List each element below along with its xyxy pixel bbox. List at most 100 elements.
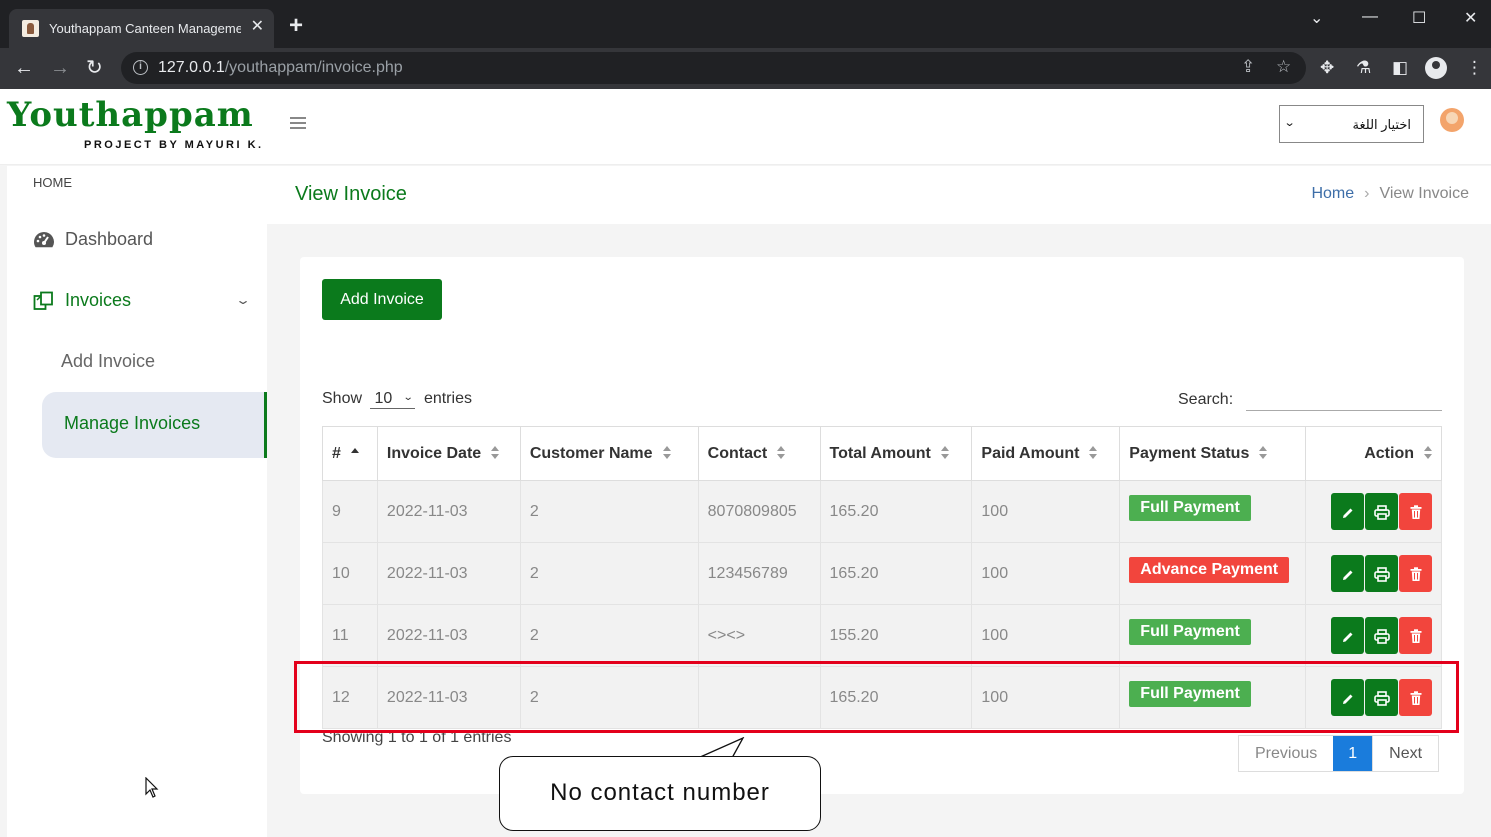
cell-paid-amount: 100: [971, 604, 1121, 667]
delete-button[interactable]: [1399, 493, 1432, 530]
sidebar-item-dashboard[interactable]: Dashboard: [33, 229, 153, 250]
chevron-down-icon: ⌄: [1283, 117, 1296, 129]
sort-icon: [777, 446, 786, 460]
cell-paid-amount: 100: [971, 480, 1121, 543]
column-header-id[interactable]: #: [322, 426, 378, 481]
close-window-icon[interactable]: ✕: [1464, 8, 1477, 28]
favicon-icon: [22, 20, 39, 37]
forward-icon[interactable]: →: [50, 57, 70, 79]
content-header: View Invoice Home › View Invoice: [267, 166, 1491, 224]
dashboard-icon: [33, 230, 55, 250]
language-select[interactable]: ⌄ اختيار اللغة: [1279, 105, 1424, 143]
breadcrumb-home-link[interactable]: Home: [1311, 185, 1354, 202]
column-header-contact[interactable]: Contact: [697, 426, 821, 481]
cell-total-amount: 165.20: [819, 480, 973, 543]
cell-id: 10: [322, 542, 378, 605]
cell-contact: 123456789: [697, 542, 821, 605]
delete-button[interactable]: [1399, 555, 1432, 592]
print-button[interactable]: [1365, 555, 1398, 592]
pagination-page-button[interactable]: 1: [1333, 736, 1373, 771]
sidebar-item-invoices[interactable]: Invoices: [33, 290, 131, 311]
edit-button[interactable]: [1331, 555, 1364, 592]
cell-customer-name: 2: [519, 604, 699, 667]
bookmark-star-icon[interactable]: ☆: [1276, 57, 1291, 77]
reload-icon[interactable]: ↻: [86, 57, 103, 79]
entries-length-select[interactable]: 10 ⌄: [370, 390, 416, 409]
url-text: 127.0.0.1/youthappam/invoice.php: [158, 59, 403, 76]
logo[interactable]: Youthappam: [7, 95, 254, 135]
print-button[interactable]: [1365, 493, 1398, 530]
pencil-icon: [1342, 632, 1352, 642]
edit-button[interactable]: [1331, 617, 1364, 654]
print-icon: [1373, 629, 1390, 644]
tab-title: Youthappam Canteen Management: [49, 21, 241, 36]
minimize-icon[interactable]: —: [1362, 8, 1378, 26]
tab-search-chevron-icon[interactable]: ⌄: [1310, 8, 1323, 28]
trash-icon: [1410, 629, 1421, 644]
sidebar-item-manage-invoices[interactable]: Manage Invoices: [42, 392, 267, 458]
search-label: Search:: [1178, 391, 1234, 408]
search-input[interactable]: [1246, 390, 1442, 411]
column-header-total-amount[interactable]: Total Amount: [819, 426, 973, 481]
chevron-right-icon: ›: [1364, 185, 1370, 202]
column-header-customer-name[interactable]: Customer Name: [519, 426, 699, 481]
pencil-icon: [1342, 508, 1352, 518]
table-row: 10 2022-11-03 2 123456789 165.20 100 Advance P…: [322, 542, 1442, 605]
print-icon: [1373, 567, 1390, 582]
cell-id: 11: [322, 604, 378, 667]
table-row: 9 2022-11-03 2 8070809805 165.20 100 Full Paym…: [322, 480, 1442, 543]
logo-subtitle: PROJECT BY MAYURI K.: [84, 139, 264, 151]
add-invoice-button[interactable]: Add Invoice: [322, 279, 442, 320]
breadcrumb: Home › View Invoice: [1311, 185, 1469, 203]
address-bar[interactable]: i 127.0.0.1/youthappam/invoice.php ⇪ ☆: [121, 52, 1306, 84]
print-button[interactable]: [1365, 617, 1398, 654]
user-avatar[interactable]: [1440, 108, 1464, 132]
cell-contact: 8070809805: [697, 480, 821, 543]
new-tab-icon[interactable]: +: [289, 14, 303, 38]
labs-flask-icon[interactable]: ⚗: [1356, 58, 1371, 78]
sort-icon: [940, 446, 949, 460]
column-header-invoice-date[interactable]: Invoice Date: [376, 426, 521, 481]
cell-paid-amount: 100: [971, 542, 1121, 605]
pagination: Previous 1 Next: [1238, 735, 1440, 772]
column-header-payment-status[interactable]: Payment Status: [1119, 426, 1307, 481]
cell-contact: <><>: [697, 604, 821, 667]
pagination-next-button[interactable]: Next: [1372, 736, 1438, 771]
delete-button[interactable]: [1399, 617, 1432, 654]
cell-invoice-date: 2022-11-03: [376, 480, 521, 543]
cell-payment-status: Full Payment: [1119, 604, 1307, 667]
chevron-down-icon[interactable]: ⌄: [235, 293, 251, 307]
edit-button[interactable]: [1331, 493, 1364, 530]
cell-customer-name: 2: [519, 480, 699, 543]
maximize-icon[interactable]: ☐: [1412, 8, 1426, 28]
sidebar-item-add-invoice[interactable]: Add Invoice: [61, 351, 155, 372]
site-info-icon[interactable]: i: [133, 60, 148, 75]
table-header-row: # Invoice Date Customer Name Contact Tot…: [322, 426, 1442, 481]
sort-icon: [1424, 446, 1432, 460]
cell-customer-name: 2: [519, 542, 699, 605]
pagination-previous-button[interactable]: Previous: [1239, 736, 1333, 771]
browser-menu-icon[interactable]: ⋮: [1466, 58, 1483, 78]
sort-icon: [1259, 446, 1268, 460]
side-panel-icon[interactable]: ◧: [1392, 58, 1408, 78]
share-icon[interactable]: ⇪: [1241, 57, 1255, 77]
status-badge: Advance Payment: [1129, 556, 1290, 583]
trash-icon: [1410, 567, 1421, 582]
invoices-icon: [33, 291, 55, 311]
cell-total-amount: 165.20: [819, 542, 973, 605]
browser-profile-icon[interactable]: [1425, 57, 1447, 79]
extensions-icon[interactable]: ✥: [1320, 58, 1334, 78]
page-title: View Invoice: [295, 183, 407, 205]
cell-id: 9: [322, 480, 378, 543]
menu-toggle-icon[interactable]: [290, 117, 306, 129]
column-header-action[interactable]: Action: [1305, 426, 1442, 481]
sidebar-section-home: HOME: [33, 175, 72, 190]
close-tab-icon[interactable]: ✕: [251, 18, 264, 36]
browser-tab[interactable]: Youthappam Canteen Management ✕: [9, 9, 274, 48]
back-icon[interactable]: ←: [14, 57, 34, 79]
sort-icon: [1089, 446, 1098, 460]
sidebar: HOME Dashboard Invoices ⌄ Add Invoice Ma…: [7, 166, 267, 837]
cell-total-amount: 155.20: [819, 604, 973, 667]
sort-icon: [662, 446, 671, 460]
column-header-paid-amount[interactable]: Paid Amount: [971, 426, 1121, 481]
